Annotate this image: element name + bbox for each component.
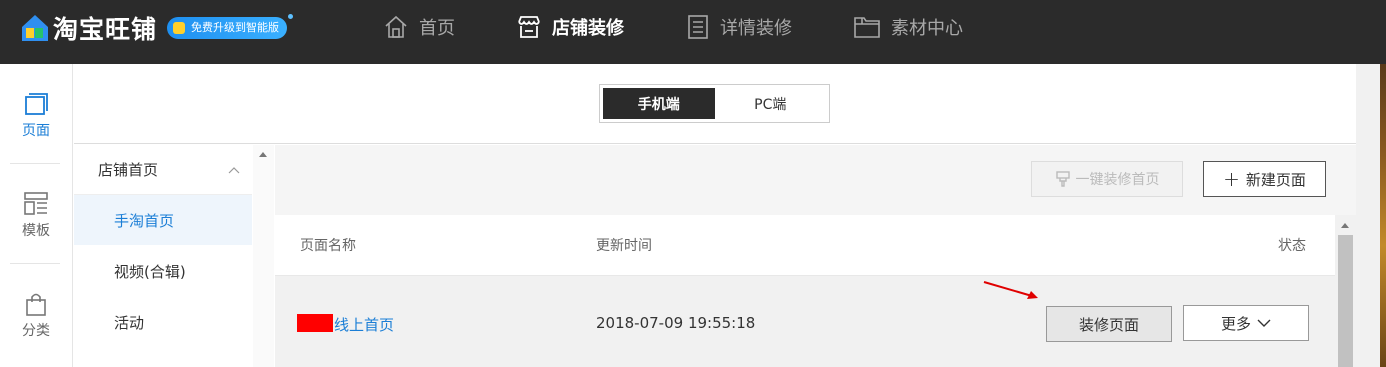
decorate-page-button[interactable]: 装修页面 <box>1046 306 1172 342</box>
nav-home[interactable]: 首页 <box>383 0 455 54</box>
scroll-up-icon[interactable] <box>259 152 267 157</box>
category-item[interactable]: 视频(合辑) <box>74 246 252 296</box>
more-label: 更多 <box>1220 314 1251 333</box>
page-name-link[interactable]: 线上首页 <box>334 314 394 335</box>
more-dropdown-button[interactable]: 更多 <box>1183 305 1309 341</box>
annotation-arrow-icon <box>983 281 1038 299</box>
page-icon <box>25 93 48 115</box>
table-row: 线上首页 2018-07-09 19:55:18 装修页面 更多 <box>275 275 1335 367</box>
rail-item-category-label: 分类 <box>22 323 50 339</box>
store-icon <box>518 16 540 38</box>
device-toggle-area: 手机端 PC端 <box>74 64 1356 144</box>
column-header-updated: 更新时间 <box>596 238 652 254</box>
mobile-tab[interactable]: 手机端 <box>603 88 715 119</box>
page-category-sidebar: 店铺首页 手淘首页 视频(合辑) 活动 <box>74 145 274 367</box>
logo[interactable]: 淘宝旺铺 免费升级到智能版 <box>20 10 294 46</box>
nav-detail-decoration[interactable]: 详情装修 <box>686 0 792 54</box>
nav-store-decoration[interactable]: 店铺装修 <box>516 0 624 54</box>
new-page-label: 新建页面 <box>1245 170 1306 189</box>
badge-icon <box>173 22 186 34</box>
nav-material-center[interactable]: 素材中心 <box>853 0 963 54</box>
logo-icon <box>22 15 48 41</box>
rail-item-category[interactable]: 分类 <box>0 292 72 340</box>
brush-icon <box>1055 171 1070 187</box>
upgrade-badge[interactable]: 免费升级到智能版 <box>167 14 294 39</box>
chevron-down-icon <box>1257 319 1271 327</box>
plus-icon: + <box>1223 167 1240 191</box>
rail-item-page-label: 页面 <box>22 123 50 139</box>
folder-icon <box>854 17 880 38</box>
pc-tab[interactable]: PC端 <box>715 88 827 119</box>
rail-item-page[interactable]: 页面 <box>0 92 72 140</box>
nav-store-decoration-label: 店铺装修 <box>552 18 624 39</box>
bag-icon <box>26 293 46 316</box>
top-bar: 淘宝旺铺 免费升级到智能版 首页 店铺装修 详情装修 素材中心 <box>0 0 1386 64</box>
rail-divider <box>10 263 60 264</box>
update-time: 2018-07-09 19:55:18 <box>596 314 756 332</box>
category-item[interactable]: 手淘首页 <box>74 195 252 245</box>
rail-divider <box>10 163 60 164</box>
nav-material-center-label: 素材中心 <box>891 18 963 39</box>
upgrade-badge-label: 免费升级到智能版 <box>191 21 280 34</box>
template-icon <box>24 192 48 215</box>
page-scrollbar[interactable] <box>1356 64 1380 367</box>
rail-item-template-label: 模板 <box>22 223 50 239</box>
spark-icon <box>288 14 294 19</box>
document-icon <box>688 15 708 39</box>
new-page-button[interactable]: + 新建页面 <box>1203 161 1326 197</box>
one-key-decorate-button[interactable]: 一键装修首页 <box>1031 161 1183 197</box>
category-item[interactable]: 活动 <box>74 297 252 347</box>
nav-detail-decoration-label: 详情装修 <box>720 18 792 39</box>
nav-home-label: 首页 <box>419 18 455 39</box>
column-header-name: 页面名称 <box>300 238 356 254</box>
scrollbar-thumb[interactable] <box>1338 235 1353 367</box>
scroll-up-icon[interactable] <box>1341 223 1349 228</box>
home-icon <box>385 15 407 38</box>
redaction-mark <box>297 314 333 332</box>
page-list-panel: 一键装修首页 + 新建页面 页面名称 更新时间 状态 线上首页 2018-07-… <box>275 145 1356 367</box>
page-table: 页面名称 更新时间 状态 线上首页 2018-07-09 19:55:18 装修… <box>275 215 1335 367</box>
icon-rail: 页面 模板 分类 <box>0 64 73 367</box>
table-scrollbar[interactable] <box>1335 215 1356 367</box>
one-key-decorate-label: 一键装修首页 <box>1075 172 1160 188</box>
category-group-header[interactable]: 店铺首页 <box>74 145 252 195</box>
window-edge <box>1380 64 1386 367</box>
chevron-up-icon <box>228 167 240 174</box>
category-group-label: 店铺首页 <box>98 161 159 179</box>
logo-text: 淘宝旺铺 <box>53 15 158 44</box>
category-scrollbar[interactable] <box>253 145 274 367</box>
device-toggle: 手机端 PC端 <box>599 84 830 123</box>
rail-item-template[interactable]: 模板 <box>0 192 72 240</box>
column-header-status: 状态 <box>1278 238 1306 254</box>
